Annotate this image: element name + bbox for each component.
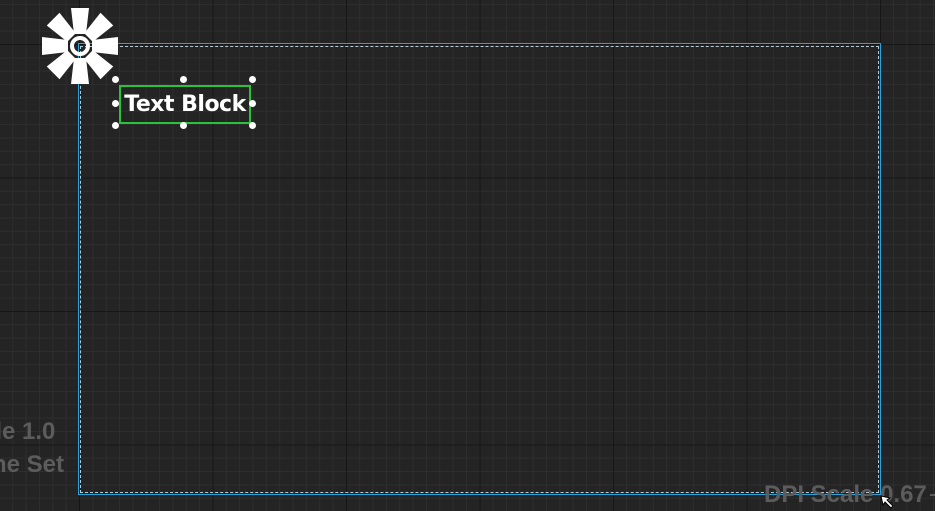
resize-handle-bottom-right[interactable]	[249, 122, 256, 129]
scale-label: ale 1.0	[0, 418, 56, 445]
resize-handle-top[interactable]	[180, 76, 187, 83]
resize-handle-right[interactable]	[249, 100, 256, 107]
resize-handle-top-left[interactable]	[112, 76, 119, 83]
resize-handle-left[interactable]	[112, 100, 119, 107]
dpi-scale-label: DPI Scale 0.67	[764, 481, 927, 508]
scale-set-label: ne Set	[0, 451, 65, 478]
resize-handle-top-right[interactable]	[249, 76, 256, 83]
resize-cursor-icon	[879, 494, 899, 511]
resize-handle-bottom[interactable]	[180, 122, 187, 129]
canvas-edge-mark	[930, 494, 935, 496]
anchor-flower-icon[interactable]	[39, 5, 121, 87]
designer-canvas[interactable]: Text Block ale 1.0 ne Set DPI Scale 0.67	[0, 0, 935, 511]
text-block-label: Text Block	[124, 92, 246, 117]
text-block-widget[interactable]: Text Block	[119, 85, 251, 124]
resize-handle-bottom-left[interactable]	[112, 122, 119, 129]
